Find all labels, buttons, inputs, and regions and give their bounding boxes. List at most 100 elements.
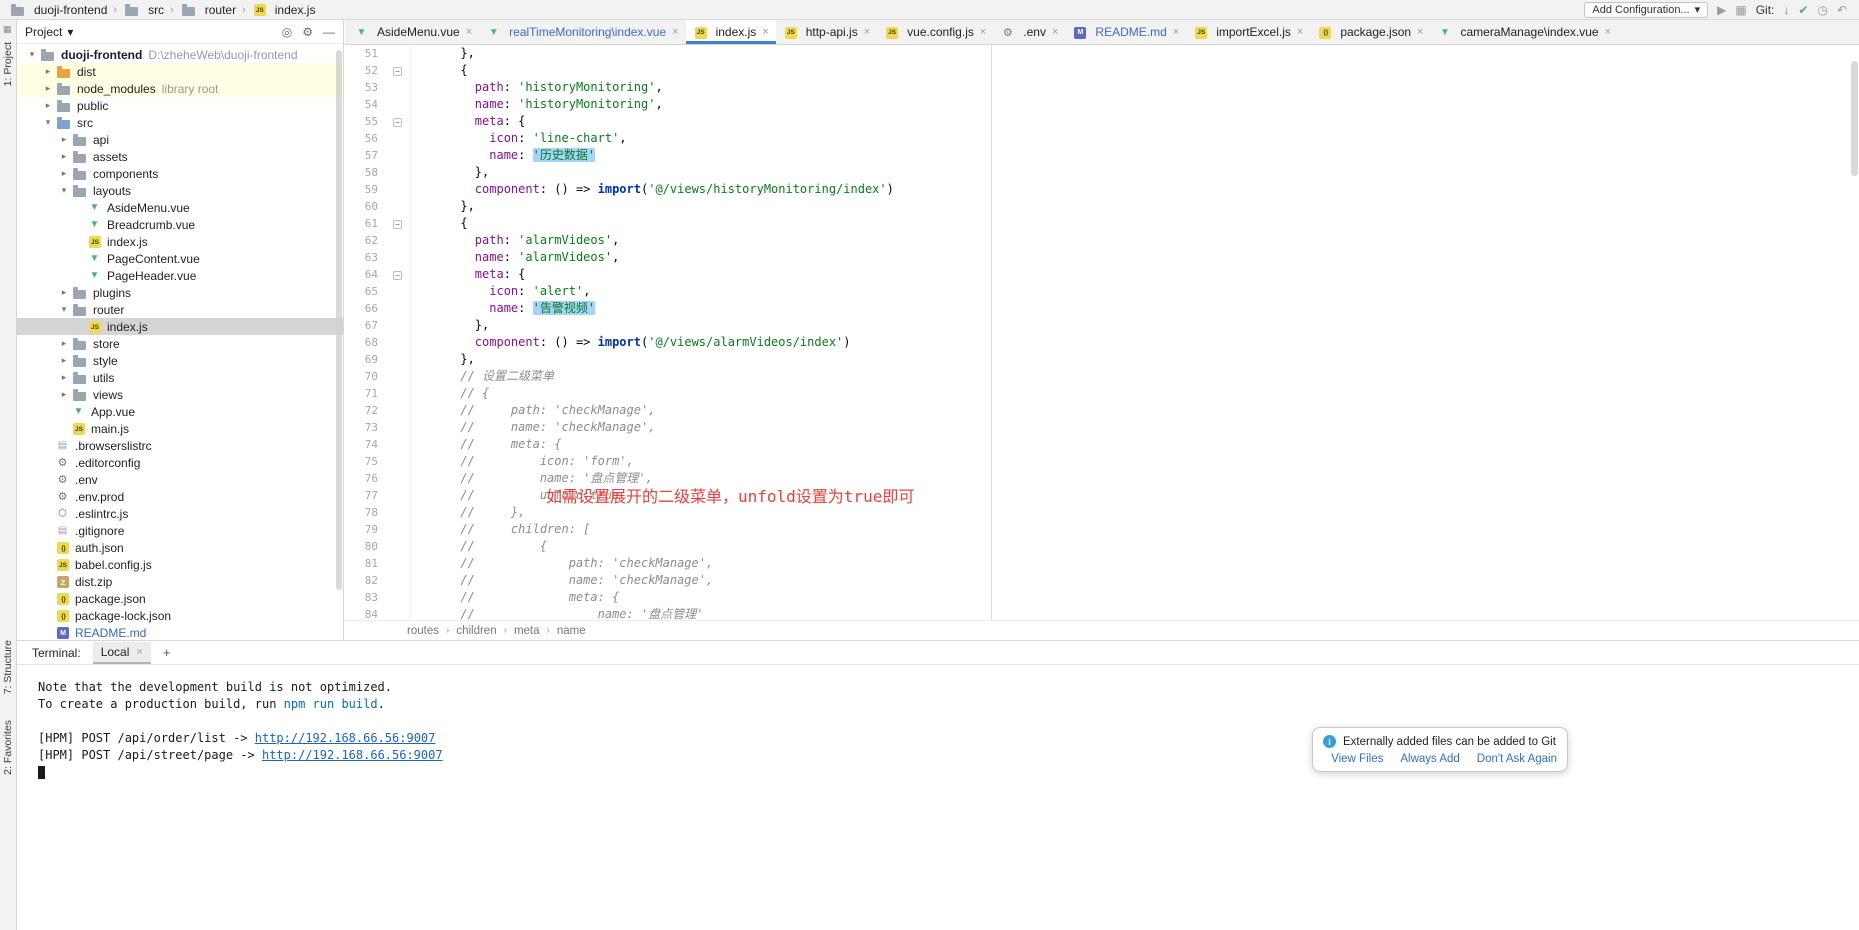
editor-tab[interactable]: vue.config.js× [877, 20, 993, 44]
fold-icon[interactable] [385, 215, 411, 232]
close-icon[interactable]: × [1297, 26, 1303, 38]
editor-tab[interactable]: cameraManage\index.vue× [1430, 20, 1618, 44]
tool-button-project[interactable]: 1: Project [2, 42, 14, 86]
tree-item[interactable]: ▸store [17, 335, 343, 352]
notification-action-link[interactable]: View Files [1331, 753, 1383, 765]
code-line[interactable]: 69 }, [345, 351, 1859, 368]
code-line[interactable]: 65 icon: 'alert', [345, 283, 1859, 300]
editor-tab[interactable]: README.md× [1065, 20, 1186, 44]
code-line[interactable]: 74 // meta: { [345, 436, 1859, 453]
code-line[interactable]: 61 { [345, 215, 1859, 232]
tool-button-favorites[interactable]: 2: Favorites [2, 720, 14, 775]
tree-item[interactable]: .editorconfig [17, 454, 343, 471]
tree-item[interactable]: ▸components [17, 165, 343, 182]
code-line[interactable]: 54 name: 'historyMonitoring', [345, 96, 1859, 113]
tree-item[interactable]: App.vue [17, 403, 343, 420]
tree-item[interactable]: index.js [17, 318, 343, 335]
close-icon[interactable]: × [762, 26, 768, 38]
editor-tab[interactable]: http-api.js× [776, 20, 877, 44]
close-icon[interactable]: × [466, 26, 472, 38]
tree-item[interactable]: ▸utils [17, 369, 343, 386]
tree-item[interactable]: ▾src [17, 114, 343, 131]
tree-item[interactable]: ▸views [17, 386, 343, 403]
chevron-right-icon[interactable]: ▸ [57, 134, 71, 145]
editor-tab[interactable]: index.js× [686, 20, 776, 44]
project-scrollbar[interactable] [336, 50, 342, 590]
chevron-down-icon[interactable]: ▾ [25, 49, 39, 60]
chevron-right-icon[interactable]: ▸ [41, 100, 55, 111]
tree-item[interactable]: ▾layouts [17, 182, 343, 199]
tree-item[interactable]: .browserslistrc [17, 437, 343, 454]
code-line[interactable]: 67 }, [345, 317, 1859, 334]
close-icon[interactable]: × [864, 26, 870, 38]
breadcrumb-item[interactable]: src [120, 3, 167, 17]
code-line[interactable]: 68 component: () => import('@/views/alar… [345, 334, 1859, 351]
tree-item[interactable]: ▸style [17, 352, 343, 369]
chevron-right-icon[interactable]: ▸ [41, 83, 55, 94]
code-line[interactable]: 55 meta: { [345, 113, 1859, 130]
tree-item[interactable]: PageContent.vue [17, 250, 343, 267]
tree-item[interactable]: babel.config.js [17, 556, 343, 573]
editor-breadcrumb-item[interactable]: name [557, 625, 586, 637]
code-line[interactable]: 52 { [345, 62, 1859, 79]
code-line[interactable]: 70 // 设置二级菜单 [345, 368, 1859, 385]
code-line[interactable]: 82 // name: 'checkManage', [345, 572, 1859, 589]
tree-item[interactable]: ▾router [17, 301, 343, 318]
close-icon[interactable]: × [1173, 26, 1179, 38]
chevron-right-icon[interactable]: ▸ [57, 338, 71, 349]
close-icon[interactable]: × [672, 26, 678, 38]
tree-item[interactable]: ▾duoji-frontendD:\zheheWeb\duoji-fronten… [17, 46, 343, 63]
tree-item[interactable]: index.js [17, 233, 343, 250]
tool-button-structure[interactable]: 7: Structure [2, 640, 14, 694]
editor-scrollbar[interactable] [1851, 61, 1858, 176]
tree-item[interactable]: .env.prod [17, 488, 343, 505]
notification-action-link[interactable]: Always Add [1400, 753, 1459, 765]
tree-item[interactable]: .eslintrc.js [17, 505, 343, 522]
breadcrumb-item[interactable]: router [177, 3, 239, 17]
tree-item[interactable]: auth.json [17, 539, 343, 556]
editor-breadcrumb-item[interactable]: meta [514, 625, 540, 637]
tree-item[interactable]: ▸dist [17, 63, 343, 80]
chevron-right-icon[interactable]: ▸ [57, 151, 71, 162]
close-icon[interactable]: × [980, 26, 986, 38]
code-line[interactable]: 75 // icon: 'form', [345, 453, 1859, 470]
history-icon[interactable]: ◷ [1817, 4, 1827, 16]
close-icon[interactable]: × [1052, 26, 1058, 38]
tree-item[interactable]: AsideMenu.vue [17, 199, 343, 216]
tree-item[interactable]: Breadcrumb.vue [17, 216, 343, 233]
tree-item[interactable]: ▸node_moduleslibrary root [17, 80, 343, 97]
run-icon[interactable]: ▶ [1717, 4, 1726, 16]
tool-window-icon[interactable]: ▦ [3, 24, 12, 35]
chevron-right-icon[interactable]: ▸ [57, 287, 71, 298]
tree-item[interactable]: package.json [17, 590, 343, 607]
editor-breadcrumb-item[interactable]: routes [407, 625, 439, 637]
fold-icon[interactable] [385, 113, 411, 130]
notification-action-link[interactable]: Don't Ask Again [1477, 753, 1557, 765]
project-view-selector[interactable]: Project ▾ [25, 25, 73, 39]
gear-icon[interactable]: ⚙ [302, 25, 313, 39]
fold-minus-icon[interactable] [393, 271, 402, 280]
code-line[interactable]: 79 // children: [ [345, 521, 1859, 538]
breadcrumb-item[interactable]: index.js [249, 3, 319, 17]
fold-minus-icon[interactable] [393, 67, 402, 76]
add-configuration-button[interactable]: Add Configuration... ▾ [1584, 2, 1708, 18]
terminal-link[interactable]: http://192.168.66.56:9007 [255, 731, 436, 745]
editor-tab[interactable]: package.json× [1310, 20, 1430, 44]
chevron-right-icon[interactable]: ▸ [41, 66, 55, 77]
breadcrumb-item[interactable]: duoji-frontend [6, 3, 110, 17]
debug-icon[interactable]: ▦ [1735, 4, 1746, 16]
chevron-right-icon[interactable]: ▸ [57, 168, 71, 179]
fold-icon[interactable] [385, 62, 411, 79]
chevron-right-icon[interactable]: ▸ [57, 372, 71, 383]
code-line[interactable]: 57 name: '历史数据' [345, 147, 1859, 164]
tree-item[interactable]: README.md [17, 624, 343, 640]
terminal-link[interactable]: http://192.168.66.56:9007 [262, 748, 443, 762]
rollback-icon[interactable]: ↶ [1837, 4, 1847, 16]
code-line[interactable]: 72 // path: 'checkManage', [345, 402, 1859, 419]
locate-file-icon[interactable]: ◎ [282, 25, 292, 39]
code-line[interactable]: 64 meta: { [345, 266, 1859, 283]
code-line[interactable]: 51 }, [345, 45, 1859, 62]
editor-breadcrumb-item[interactable]: children [456, 625, 496, 637]
code-line[interactable]: 56 icon: 'line-chart', [345, 130, 1859, 147]
chevron-right-icon[interactable]: ▸ [57, 355, 71, 366]
